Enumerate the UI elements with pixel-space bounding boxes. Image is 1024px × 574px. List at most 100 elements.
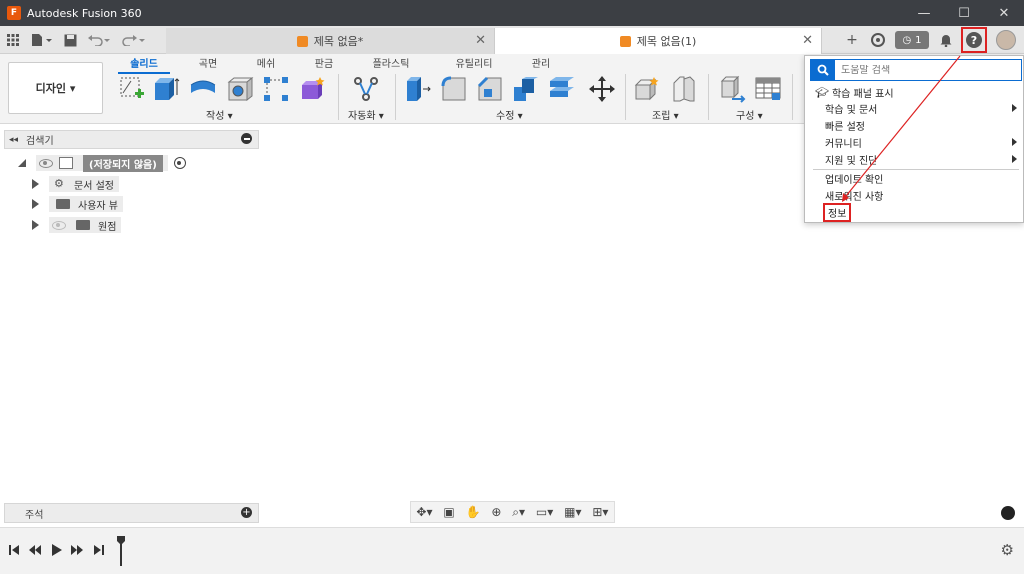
offset-plane-icon[interactable]	[718, 75, 746, 103]
chamfer-icon[interactable]	[476, 75, 504, 103]
clock-icon: ◷	[902, 34, 912, 46]
fillet-icon[interactable]	[440, 75, 468, 103]
shell-combine-icon[interactable]	[512, 75, 540, 103]
browser-panel-header[interactable]: ◂◂ 검색기	[4, 130, 259, 149]
ribbon-separator	[708, 74, 709, 120]
pattern-icon[interactable]	[262, 75, 290, 103]
create-form-icon[interactable]	[298, 75, 326, 103]
timeline-marker[interactable]	[117, 536, 125, 566]
expand-triangle-icon[interactable]	[32, 220, 39, 230]
node-box: 사용자 뷰	[49, 196, 123, 212]
new-tab-icon[interactable]: +	[840, 26, 864, 54]
construct-group-label[interactable]: 구성 ▾	[736, 107, 763, 122]
collapse-browser-icon[interactable]: ◂◂	[9, 135, 18, 145]
joint-icon[interactable]	[670, 75, 698, 103]
close-button[interactable]: ✕	[984, 0, 1024, 26]
orbit-icon[interactable]: ✥▾	[416, 505, 432, 519]
assemble-group-label[interactable]: 조립 ▾	[652, 107, 679, 122]
menu-item-learning-panel[interactable]: 🎓︎ 학습 패널 표시	[811, 84, 1019, 100]
expand-triangle-icon[interactable]	[32, 199, 39, 209]
tab-untitled-2[interactable]: 제목 없음(1) ✕	[494, 28, 822, 54]
appearance-icon[interactable]	[1001, 506, 1015, 520]
viewports-icon[interactable]: ⊞▾	[592, 505, 608, 519]
step-back-icon[interactable]	[29, 544, 41, 556]
grid-apps-icon[interactable]	[0, 26, 26, 54]
zoom-icon[interactable]: ⊕	[491, 505, 501, 519]
add-comment-icon[interactable]: +	[241, 507, 252, 518]
browser-item-named-views[interactable]: 사용자 뷰	[32, 195, 123, 213]
revolve-icon[interactable]	[189, 75, 217, 103]
notifications-bell-icon[interactable]	[932, 26, 960, 54]
menu-item-support[interactable]: 지원 및 진단	[811, 151, 1019, 167]
browser-minimize-icon[interactable]	[241, 133, 252, 144]
extensions-icon[interactable]	[864, 26, 892, 54]
create-group-label[interactable]: 작성 ▾	[206, 107, 233, 122]
inspect-table-icon[interactable]	[754, 75, 782, 103]
expand-triangle-icon[interactable]	[18, 159, 26, 167]
step-forward-icon[interactable]	[71, 544, 83, 556]
play-icon[interactable]	[51, 544, 63, 556]
help-button[interactable]: ?	[961, 27, 987, 53]
fit-zoom-icon[interactable]: ⌕▾	[512, 505, 525, 520]
undo-icon[interactable]	[82, 26, 116, 54]
menu-item-whats-new[interactable]: 새로워진 사항	[811, 187, 1019, 203]
navigation-toolbar: ✥▾ ▣ ✋ ⊕ ⌕▾ ▭▾ ▦▾ ⊞▾	[410, 501, 615, 523]
visibility-eye-icon[interactable]	[52, 220, 66, 230]
go-to-end-icon[interactable]	[93, 544, 105, 556]
move-icon[interactable]	[588, 75, 616, 103]
node-box: 원점	[49, 217, 122, 233]
create-sketch-icon[interactable]	[118, 75, 146, 103]
pan-hand-icon[interactable]: ✋	[466, 505, 481, 519]
automate-group-label[interactable]: 자동화 ▾	[348, 107, 384, 122]
grid-settings-icon[interactable]: ▦▾	[564, 505, 581, 519]
menu-item-quick-setup[interactable]: 빠른 설정	[811, 117, 1019, 133]
minimize-button[interactable]: —	[904, 0, 944, 26]
maximize-button[interactable]: ☐	[944, 0, 984, 26]
help-search-input[interactable]	[841, 64, 1011, 76]
extrude-icon[interactable]	[152, 75, 180, 103]
root-node-label: (저장되지 않음)	[83, 154, 163, 172]
tab-untitled-1[interactable]: 제목 없음* ✕	[166, 28, 494, 54]
go-to-start-icon[interactable]	[8, 544, 20, 556]
offset-face-icon[interactable]	[548, 75, 576, 103]
browser-item-document-settings[interactable]: ⚙ 문서 설정	[32, 175, 119, 193]
tab-utilities[interactable]: 유틸리티	[448, 55, 500, 70]
redo-icon[interactable]	[116, 26, 150, 54]
tab-sheet-metal[interactable]: 판금	[306, 55, 342, 70]
browser-root-node[interactable]: (저장되지 않음)	[18, 154, 186, 172]
close-tab-icon[interactable]: ✕	[475, 33, 486, 48]
workspace-selector[interactable]: 디자인 ▾	[8, 62, 103, 114]
job-count: 1	[915, 34, 922, 46]
display-settings-icon[interactable]: ▭▾	[536, 505, 553, 519]
hole-icon[interactable]	[226, 75, 254, 103]
user-avatar[interactable]	[996, 30, 1016, 50]
menu-item-check-updates[interactable]: 업데이트 확인	[811, 170, 1019, 186]
automate-icon[interactable]	[352, 75, 380, 103]
menu-item-about[interactable]: 정보	[811, 202, 1019, 222]
file-menu-icon[interactable]	[26, 26, 58, 54]
menu-item-label: 커뮤니티	[825, 138, 862, 150]
menu-item-community[interactable]: 커뮤니티	[811, 134, 1019, 150]
expand-triangle-icon[interactable]	[32, 179, 39, 189]
tab-mesh[interactable]: 메쉬	[248, 55, 284, 70]
press-pull-icon[interactable]	[404, 75, 432, 103]
activate-radio-icon[interactable]	[173, 157, 186, 169]
save-icon[interactable]	[58, 26, 82, 54]
browser-item-origin[interactable]: 원점	[32, 216, 122, 234]
visibility-eye-icon[interactable]	[39, 158, 53, 168]
menu-item-learning-docs[interactable]: 학습 및 문서	[811, 100, 1019, 116]
tab-plastic[interactable]: 플라스틱	[366, 55, 416, 70]
folder-icon	[76, 220, 90, 230]
close-tab-icon[interactable]: ✕	[802, 33, 813, 48]
tab-surface[interactable]: 곡면	[190, 55, 226, 70]
timeline-settings-gear-icon[interactable]: ⚙	[1001, 541, 1014, 559]
tab-manage[interactable]: 관리	[526, 55, 556, 70]
comments-panel-header[interactable]: 주석 +	[4, 503, 259, 523]
help-search-box[interactable]	[810, 59, 1022, 81]
new-component-icon[interactable]	[634, 75, 662, 103]
look-at-icon[interactable]: ▣	[443, 505, 454, 519]
browser-item-label: 원점	[98, 221, 117, 233]
modify-group-label[interactable]: 수정 ▾	[496, 107, 523, 122]
job-status-button[interactable]: ◷ 1	[892, 26, 932, 54]
tab-solid[interactable]: 솔리드	[118, 55, 170, 74]
